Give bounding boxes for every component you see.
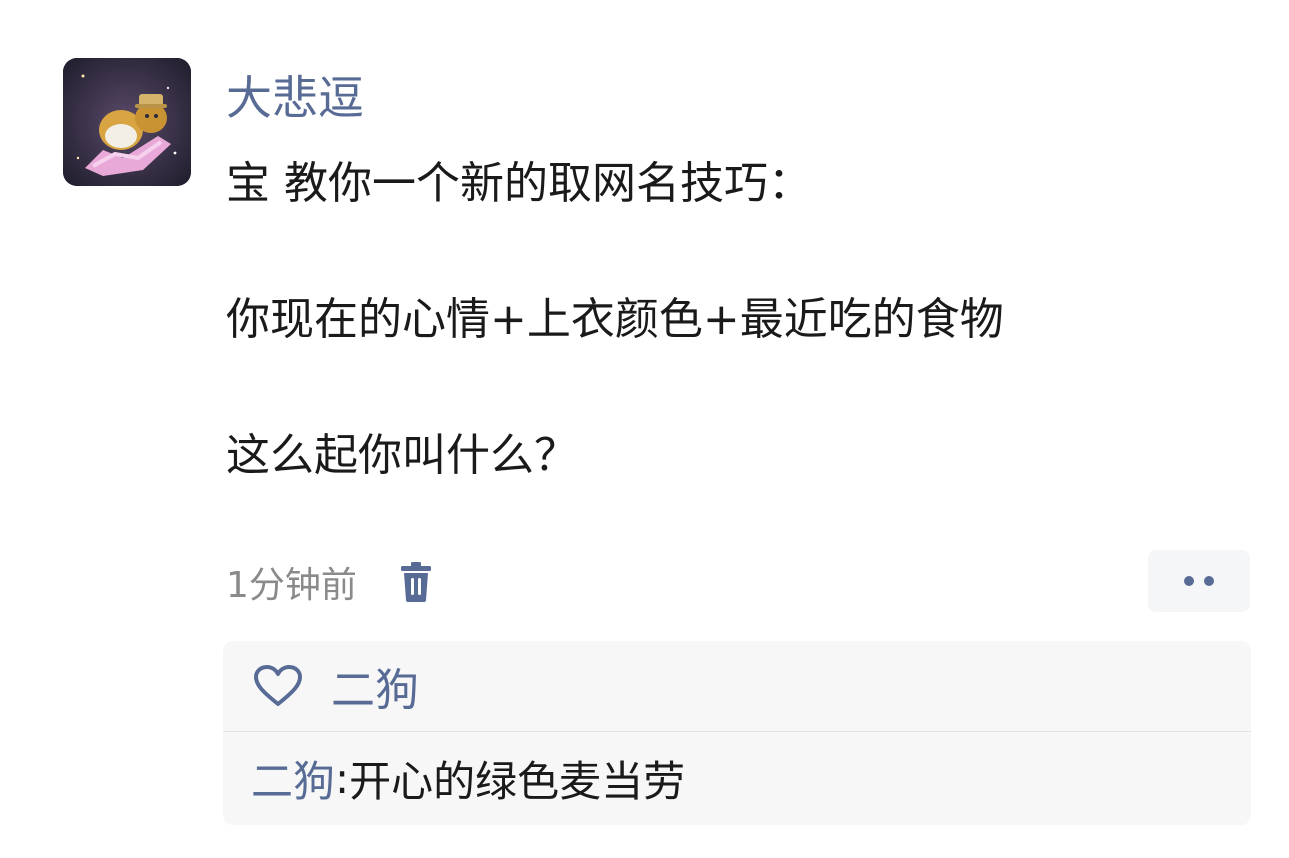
comment-text: 开心的绿色麦当劳	[349, 757, 686, 806]
trash-icon[interactable]	[399, 562, 433, 602]
post-meta: 1分钟前	[226, 556, 433, 608]
post-line: 宝 教你一个新的取网名技巧：	[226, 158, 812, 209]
post-line: 你现在的心情+上衣颜色+最近吃的食物	[226, 294, 1004, 345]
post-line: 这么起你叫什么？	[226, 430, 578, 481]
post-author-name[interactable]: 大悲逗	[226, 68, 364, 128]
comment-item[interactable]: 二狗 : 开心的绿色麦当劳	[223, 732, 1251, 825]
comment-author[interactable]: 二狗	[251, 748, 335, 809]
post-timestamp: 1分钟前	[226, 565, 357, 606]
more-dots-icon	[1204, 576, 1214, 586]
comment-separator: :	[335, 754, 350, 803]
likes-row: 二狗	[223, 641, 1251, 732]
liker-name[interactable]: 二狗	[331, 654, 419, 718]
interaction-panel: 二狗 二狗 : 开心的绿色麦当劳	[223, 641, 1251, 825]
avatar-image	[63, 58, 191, 186]
heart-icon	[253, 664, 303, 708]
more-dots-icon	[1184, 576, 1194, 586]
more-button[interactable]	[1148, 550, 1250, 612]
post-content: 宝 教你一个新的取网名技巧： 你现在的心情+上衣颜色+最近吃的食物 这么起你叫什…	[226, 150, 1236, 490]
avatar[interactable]	[63, 58, 191, 186]
